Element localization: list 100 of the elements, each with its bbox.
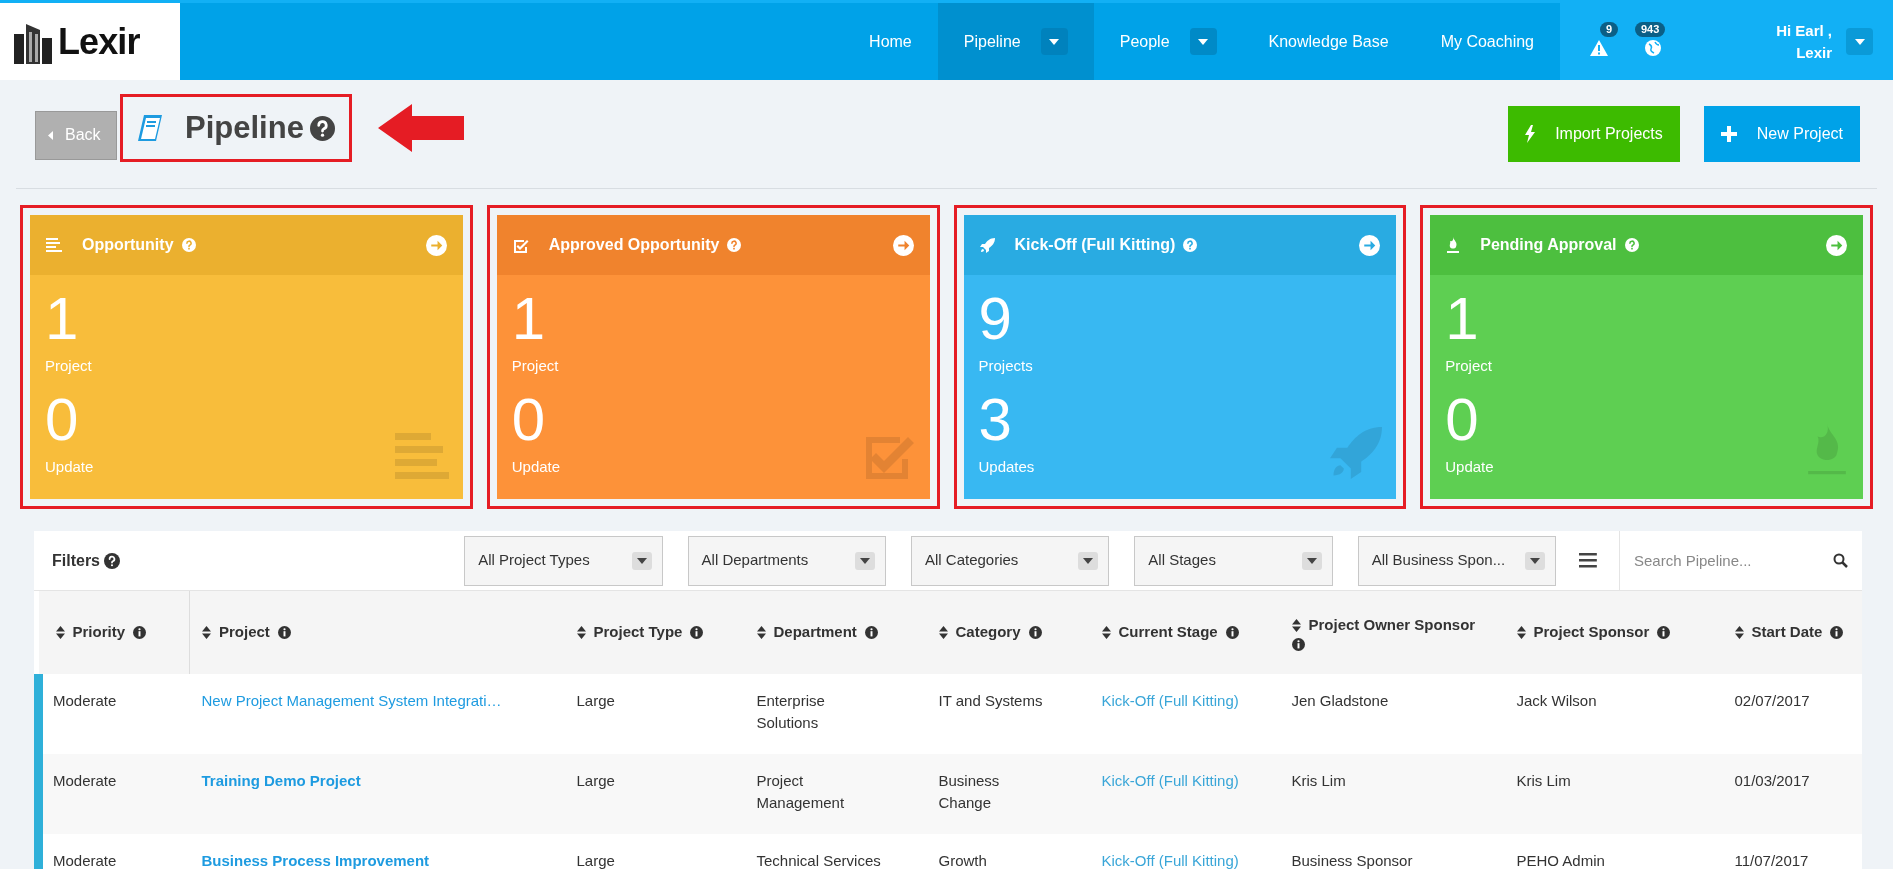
user-greeting: Hi Earl ,: [1776, 20, 1832, 41]
table-cell: PEHO Admin: [1516, 852, 1605, 869]
table-cell: Business Sponsor: [1291, 852, 1413, 869]
project-link[interactable]: New Project Management System Integrati…: [201, 692, 502, 709]
table-cell: Moderate: [53, 852, 117, 869]
help-icon: [181, 238, 196, 252]
help-icon: [727, 238, 742, 252]
filters-label: Filters: [52, 550, 100, 571]
caret-icon: [1049, 38, 1060, 45]
sort-icon: [1734, 626, 1744, 639]
arrow-right-icon: [892, 234, 914, 256]
arrow-icon: [377, 104, 464, 152]
filter-dropdown[interactable]: All Departments: [687, 535, 886, 586]
count-badge: 9: [1600, 21, 1619, 37]
table-cell: 02/07/2017: [1734, 692, 1810, 709]
dropdown-toggle[interactable]: [1189, 28, 1217, 55]
nav-item[interactable]: People: [1093, 3, 1243, 80]
status-card[interactable]: Opportunity 1 Project 0 Update: [30, 215, 463, 499]
column-header[interactable]: Project: [202, 621, 553, 644]
sort-icon: [1101, 626, 1111, 639]
count-label: Project: [45, 356, 92, 376]
help-icon: [309, 115, 335, 141]
sort-icon: [1516, 626, 1526, 639]
project-link[interactable]: Business Process Improvement: [201, 852, 430, 869]
filter-dropdown[interactable]: All Project Types: [464, 535, 663, 586]
stage-link[interactable]: Kick-Off (Full Kitting): [1101, 692, 1239, 709]
rocket-icon: [979, 237, 995, 253]
count-label: Project: [1445, 356, 1492, 376]
project-count: 1: [45, 289, 79, 349]
table-cell: Kris Lim: [1516, 772, 1571, 789]
caret-left-icon: [48, 130, 53, 140]
dropdown-toggle[interactable]: [1040, 28, 1068, 55]
logo-text: Lexir: [58, 23, 140, 60]
info-icon: [864, 626, 878, 639]
table-cell: Large: [576, 692, 615, 709]
info-icon: [1028, 626, 1042, 639]
column-header[interactable]: Project Type: [576, 621, 733, 644]
column-header[interactable]: Department: [756, 621, 915, 644]
nav-item[interactable]: Knowledge Base: [1242, 3, 1415, 80]
dropdown-toggle[interactable]: [1846, 28, 1873, 55]
table-cell-text: IT and Systems: [938, 691, 1043, 711]
sort-icon: [756, 626, 766, 639]
search-field[interactable]: Search Pipeline...: [1633, 531, 1833, 590]
stage-link[interactable]: Kick-Off (Full Kitting): [1101, 852, 1239, 869]
column-header[interactable]: Project Owner Sponsor: [1291, 613, 1493, 652]
nav-item[interactable]: My Coaching: [1414, 3, 1560, 80]
column-header[interactable]: Priority: [55, 621, 177, 644]
info-icon: [1657, 626, 1671, 639]
count-badge: 943: [1635, 21, 1666, 37]
table-cell: Jack Wilson: [1516, 692, 1597, 709]
card-title: Opportunity: [82, 235, 174, 255]
sort-icon: [1291, 618, 1301, 632]
column-header[interactable]: Category: [938, 621, 1078, 644]
lines-icon: [46, 238, 62, 252]
caret-icon: [1083, 557, 1094, 564]
project-link[interactable]: Training Demo Project: [201, 772, 361, 789]
status-card[interactable]: Kick-Off (Full Kitting) 9 Projects 3 Updates: [963, 215, 1397, 499]
sort-icon: [576, 626, 586, 639]
caret-icon: [1530, 557, 1541, 564]
update-count: 3: [978, 389, 1012, 450]
column-header[interactable]: Start Date: [1734, 621, 1855, 644]
column-header[interactable]: Current Stage: [1101, 621, 1268, 644]
info-icon: [277, 626, 291, 639]
flame-icon: [1446, 237, 1461, 253]
nav-item[interactable]: Home: [843, 3, 938, 80]
project-count: 1: [1445, 289, 1479, 349]
bolt-icon: [1525, 125, 1536, 143]
status-card[interactable]: Approved Opportunity 1 Project 0 Update: [496, 215, 930, 499]
checkbox-icon: [512, 237, 529, 253]
filter-dropdown[interactable]: All Stages: [1134, 535, 1333, 586]
table-cell-text: Business Change: [938, 771, 1001, 813]
table-cell-text: Project Management: [756, 771, 846, 813]
back-button[interactable]: Back: [35, 110, 117, 160]
column-header[interactable]: Project Sponsor: [1516, 621, 1711, 644]
nav-item[interactable]: Pipeline: [937, 3, 1094, 80]
caret-icon: [1854, 38, 1865, 45]
project-count: 9: [978, 289, 1012, 349]
info-icon: [1291, 638, 1305, 652]
info-icon: [1830, 626, 1844, 639]
page-title: Pipeline: [185, 108, 304, 147]
table-cell: Large: [576, 772, 615, 789]
status-card[interactable]: Pending Approval 1 Project 0 Update: [1430, 215, 1863, 499]
help-icon: [1183, 238, 1198, 252]
filter-dropdown[interactable]: All Business Spon...: [1357, 535, 1557, 586]
table-cell-text: Growth: [938, 851, 987, 869]
caret-icon: [859, 557, 870, 564]
count-label: Project: [511, 356, 559, 376]
plus-icon: [1720, 126, 1737, 142]
info-icon: [690, 626, 704, 639]
import-button[interactable]: Import Projects: [1508, 106, 1680, 162]
sort-icon: [938, 626, 948, 639]
search-icon: [1832, 553, 1848, 568]
filter-dropdown[interactable]: All Categories: [910, 535, 1110, 586]
arrow-right-icon: [425, 234, 447, 256]
count-label: Projects: [978, 356, 1033, 376]
table-cell: 11/07/2017: [1734, 852, 1809, 869]
new-project-button[interactable]: New Project: [1703, 106, 1860, 162]
count-label: Update: [1445, 456, 1494, 477]
stage-link[interactable]: Kick-Off (Full Kitting): [1101, 772, 1239, 789]
project-count: 1: [511, 289, 546, 349]
